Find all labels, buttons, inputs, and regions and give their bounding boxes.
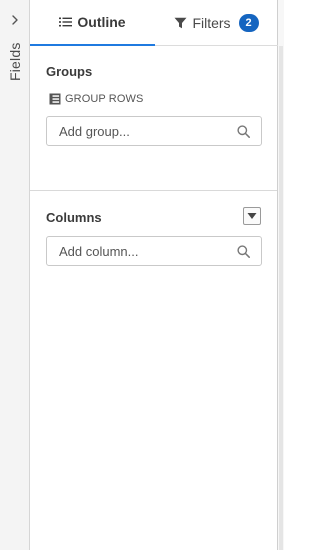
filter-count-badge: 2 [238,14,259,32]
tab-filters-label: Filters [192,15,231,31]
columns-section-title: Columns [46,210,102,225]
search-icon [237,125,250,138]
groups-section-title: Groups [46,64,93,79]
tab-outline[interactable]: Outline [30,0,155,46]
outline-panel: Outline Filters 2 Groups GROUP ROWS Add … [30,0,278,550]
fields-panel: Fields Outline Filters 2 Groups GROUP RO… [0,0,284,550]
caret-down-icon [247,213,257,219]
list-icon [59,17,73,27]
chevron-right-icon [12,15,18,25]
add-column-input[interactable] [47,237,239,265]
filter-funnel-icon [174,17,187,29]
panel-tabs: Outline Filters 2 [30,0,278,46]
group-rows-item: GROUP ROWS [49,93,143,105]
search-icon [237,245,250,258]
section-divider [30,190,277,191]
tab-filters[interactable]: Filters 2 [155,0,278,46]
scrollbar-thumb[interactable] [279,46,283,550]
group-rows-label: GROUP ROWS [65,93,144,105]
add-group-field[interactable] [46,116,262,146]
fields-rail-toggle[interactable]: Fields [0,0,30,550]
columns-dropdown-toggle[interactable] [243,207,261,225]
tab-outline-label: Outline [77,14,126,30]
add-group-input[interactable] [47,117,239,145]
table-rows-icon [49,93,61,105]
add-column-field[interactable] [46,236,262,266]
scrollbar-track[interactable] [278,0,284,550]
fields-rail-label: Fields [7,42,23,82]
